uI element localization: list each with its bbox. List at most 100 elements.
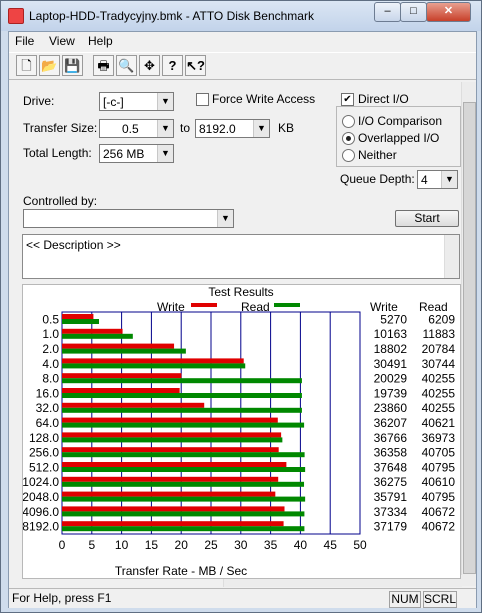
transfer-to-select[interactable]: 8192.0 ▼ — [195, 119, 270, 138]
x-tick-label: 5 — [88, 538, 95, 552]
menu-file[interactable]: File — [15, 34, 34, 48]
atto-app-icon — [8, 8, 24, 24]
neither-label: Neither — [358, 148, 397, 162]
menu-help[interactable]: Help — [88, 34, 113, 48]
help-icon[interactable]: ? — [162, 55, 183, 76]
force-write-checkbox[interactable] — [196, 93, 209, 106]
context-help-icon[interactable]: ↖? — [185, 55, 206, 76]
print-icon[interactable]: 🖶 — [93, 55, 114, 76]
chevron-down-icon[interactable]: ▼ — [217, 210, 233, 227]
status-text: For Help, press F1 — [12, 591, 112, 605]
open-folder-icon[interactable]: 📂 — [39, 55, 60, 76]
results-chart: Test Results Write Read Write Read 0 5 10 1… — [22, 285, 456, 578]
drive-select[interactable]: [-c-] ▼ — [99, 92, 174, 111]
category-label: 512.0 — [29, 460, 59, 474]
write-bar — [62, 373, 182, 379]
overlapped-io-radio[interactable] — [342, 132, 355, 145]
write-value: 10163 — [374, 327, 408, 341]
read-value: 20784 — [422, 342, 456, 356]
save-icon[interactable]: 💾 — [62, 55, 83, 76]
read-bar — [62, 319, 100, 324]
chevron-down-icon[interactable]: ▼ — [157, 145, 173, 162]
controlled-by-label: Controlled by: — [23, 194, 98, 208]
read-bar — [62, 467, 306, 472]
close-button[interactable]: ✕ — [426, 2, 471, 22]
queue-depth-value: 4 — [421, 173, 428, 187]
drive-label: Drive: — [23, 94, 55, 108]
write-bar — [62, 521, 284, 527]
read-value: 40255 — [422, 401, 456, 415]
write-bar — [62, 358, 244, 364]
chevron-down-icon[interactable]: ▼ — [253, 120, 269, 137]
description-scrollbar[interactable] — [444, 235, 459, 278]
x-tick-label: 20 — [175, 538, 189, 552]
main-scrollbar[interactable] — [461, 82, 476, 586]
read-bar — [62, 481, 305, 487]
menu-bar: File View Help — [9, 32, 476, 51]
maximize-button[interactable]: □ — [400, 2, 427, 22]
transfer-size-label: Transfer Size: — [23, 121, 98, 135]
queue-depth-select[interactable]: 4 ▼ — [417, 170, 458, 189]
x-tick-label: 30 — [234, 538, 248, 552]
transfer-from-value: 0.5 — [122, 122, 139, 136]
direct-io-checkbox[interactable]: ✔ — [341, 93, 354, 106]
read-value: 40795 — [422, 460, 456, 474]
description-text: << Description >> — [26, 238, 121, 252]
write-bar — [62, 462, 287, 467]
read-bar — [62, 437, 283, 443]
transfer-from-select[interactable]: 0.5 ▼ — [99, 119, 174, 138]
category-label: 2048.0 — [23, 490, 59, 504]
new-file-icon[interactable]: 🗋 — [16, 55, 37, 76]
kb-label: KB — [278, 121, 295, 135]
move-icon[interactable]: ✥ — [139, 55, 160, 76]
category-label: 8192.0 — [23, 520, 59, 534]
controlled-by-select[interactable]: ▼ — [23, 209, 234, 228]
toolbar: 🗋 📂 💾 🖶 🔍 ✥ ? ↖? — [9, 52, 476, 80]
start-button[interactable]: Start — [395, 210, 459, 227]
drive-value: [-c-] — [103, 95, 124, 109]
io-comparison-radio[interactable] — [342, 115, 355, 128]
write-value: 5270 — [380, 312, 407, 326]
read-value: 40672 — [422, 520, 456, 534]
category-label: 4.0 — [42, 357, 59, 371]
chevron-down-icon[interactable]: ▼ — [441, 171, 457, 188]
minimize-button[interactable]: – — [374, 2, 401, 22]
write-bar — [62, 314, 94, 319]
read-bar — [62, 333, 133, 339]
overlapped-io-label: Overlapped I/O — [358, 131, 440, 145]
write-bar — [62, 432, 282, 438]
legend-write-swatch — [191, 303, 217, 307]
read-value: 6209 — [428, 312, 455, 326]
chevron-down-icon[interactable]: ▼ — [157, 93, 173, 110]
write-value: 20029 — [374, 372, 408, 386]
total-length-select[interactable]: 256 MB ▼ — [99, 144, 174, 163]
scrollbar-thumb[interactable] — [463, 102, 476, 574]
read-value: 40255 — [422, 386, 456, 400]
read-value: 40610 — [422, 475, 456, 489]
write-value: 19739 — [374, 386, 408, 400]
write-bar — [62, 402, 205, 408]
status-bar: For Help, press F1 NUM SCRL — [9, 588, 476, 608]
read-bar — [62, 496, 306, 502]
read-value: 30744 — [422, 357, 456, 371]
write-value: 18802 — [374, 342, 408, 356]
menu-view[interactable]: View — [49, 34, 75, 48]
results-panel: Test Results Write Read Write Read 0 5 10 1… — [22, 284, 461, 579]
write-value: 36766 — [374, 431, 408, 445]
category-label: 2.0 — [42, 342, 59, 356]
write-value: 35791 — [374, 490, 408, 504]
write-bar — [62, 447, 279, 453]
chart-title: Test Results — [208, 285, 273, 299]
title-bar[interactable]: Laptop-HDD-Tradycyjny.bmk - ATTO Disk Be… — [1, 1, 481, 31]
write-bar — [62, 343, 175, 349]
category-label: 4096.0 — [23, 505, 59, 519]
x-tick-label: 25 — [204, 538, 218, 552]
category-label: 8.0 — [42, 372, 59, 386]
neither-radio[interactable] — [342, 149, 355, 162]
read-bar — [62, 407, 302, 413]
print-preview-icon[interactable]: 🔍 — [116, 55, 137, 76]
description-box[interactable]: << Description >> — [22, 234, 460, 279]
write-value: 37179 — [374, 520, 408, 534]
chevron-down-icon[interactable]: ▼ — [157, 120, 173, 137]
read-value: 40795 — [422, 490, 456, 504]
